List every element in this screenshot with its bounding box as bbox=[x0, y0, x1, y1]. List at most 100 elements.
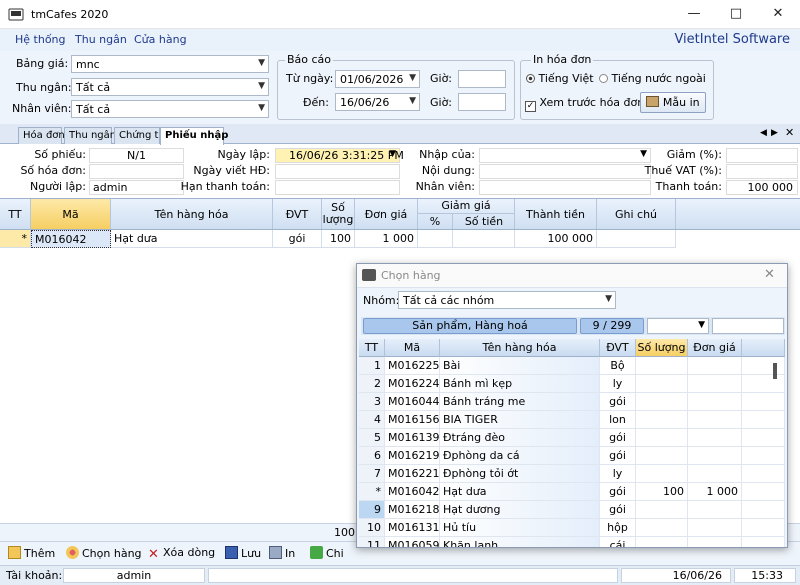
dcell-ma[interactable]: M016059 bbox=[385, 537, 440, 547]
dcell-so-luong[interactable] bbox=[636, 465, 688, 483]
dialog-table-row[interactable]: 4 M016156 BIA TIGER lon bbox=[359, 411, 785, 429]
dcell-extra[interactable] bbox=[742, 465, 785, 483]
col-pct[interactable]: % bbox=[418, 214, 453, 229]
dialog-table-row[interactable]: 5 M016139 Đtráng đèo gói bbox=[359, 429, 785, 447]
dcell-extra[interactable] bbox=[742, 411, 785, 429]
dcell-so-luong[interactable] bbox=[636, 375, 688, 393]
row-don-gia-cell[interactable]: 1 000 bbox=[355, 230, 418, 248]
dcell-ma[interactable]: M016225 bbox=[385, 357, 440, 375]
chi-button[interactable]: Chi bbox=[310, 546, 344, 560]
nguoi-lap-field[interactable]: admin bbox=[89, 180, 184, 195]
dcell-ten[interactable]: BIA TIGER bbox=[440, 411, 600, 429]
dcell-don-gia[interactable] bbox=[688, 501, 742, 519]
row-so-luong-cell[interactable]: 100 bbox=[322, 230, 355, 248]
dcell-ten[interactable]: Bài bbox=[440, 357, 600, 375]
bang-gia-select[interactable]: mnc ▼ bbox=[71, 55, 269, 73]
dcell-extra[interactable] bbox=[742, 537, 785, 547]
dcell-so-luong[interactable] bbox=[636, 501, 688, 519]
dcell-so-luong[interactable] bbox=[636, 447, 688, 465]
col-ma[interactable]: Mã bbox=[31, 199, 111, 229]
dcell-ma[interactable]: M016218 bbox=[385, 501, 440, 519]
tab-close-icon[interactable]: ✕ bbox=[785, 126, 794, 139]
tab-hoa-don[interactable]: Hóa đơn bbox=[18, 127, 65, 144]
dcell-dvt[interactable]: gói bbox=[600, 429, 636, 447]
dcell-dvt[interactable]: cái bbox=[600, 537, 636, 547]
luu-button[interactable]: Lưu bbox=[225, 546, 261, 560]
dcell-ma[interactable]: M016221 bbox=[385, 465, 440, 483]
dcol-so-luong[interactable]: Số lượng bbox=[636, 339, 688, 357]
dcell-ma[interactable]: M016044 bbox=[385, 393, 440, 411]
dcell-ten[interactable]: Đphòng da cá bbox=[440, 447, 600, 465]
dcell-ma[interactable]: M016131 bbox=[385, 519, 440, 537]
col-tt[interactable]: TT bbox=[0, 199, 31, 229]
dialog-table-row[interactable]: 11 M016059 Khăn lạnh cái bbox=[359, 537, 785, 547]
row-ma-cell[interactable]: M016042 bbox=[31, 230, 111, 248]
thue-vat-field[interactable] bbox=[726, 164, 798, 179]
dcell-ten[interactable]: Hạt dưa bbox=[440, 483, 600, 501]
dcell-dvt[interactable]: gói bbox=[600, 447, 636, 465]
chon-hang-button[interactable]: Chọn hàng bbox=[66, 546, 142, 560]
dcell-so-luong[interactable] bbox=[636, 519, 688, 537]
noi-dung-field[interactable] bbox=[479, 164, 651, 179]
dcell-ma[interactable]: M016156 bbox=[385, 411, 440, 429]
ngay-viet-hd-field[interactable] bbox=[275, 164, 400, 179]
tab-scroll-left-icon[interactable]: ◀ bbox=[760, 128, 767, 138]
den-ngay-picker[interactable]: 16/06/26 ▼ bbox=[335, 93, 420, 111]
dcol-don-gia[interactable]: Đơn giá bbox=[688, 339, 742, 357]
dcell-dvt[interactable]: Bộ bbox=[600, 357, 636, 375]
dialog-table-row[interactable]: 3 M016044 Bánh tráng me gói bbox=[359, 393, 785, 411]
giam-field[interactable] bbox=[726, 148, 798, 163]
dialog-table-row[interactable]: 1 M016225 Bài Bộ bbox=[359, 357, 785, 375]
dcell-ten[interactable]: Hạt dương bbox=[440, 501, 600, 519]
category-label[interactable]: Sản phẩm, Hàng hoá bbox=[363, 318, 577, 334]
xoa-dong-button[interactable]: ✕ Xóa dòng bbox=[147, 546, 215, 561]
dcell-dvt[interactable]: ly bbox=[600, 375, 636, 393]
tab-scroll-right-icon[interactable]: ▶ bbox=[771, 128, 778, 138]
so-phieu-field[interactable]: N/1 bbox=[89, 148, 184, 163]
table-row[interactable]: * M016042 Hạt dưa gói 100 1 000 100 000 bbox=[0, 230, 800, 248]
dcell-extra[interactable] bbox=[742, 357, 785, 375]
dialog-table-row[interactable]: 6 M016219 Đphòng da cá gói bbox=[359, 447, 785, 465]
dcell-ten[interactable]: Đphòng tỏi ớt bbox=[440, 465, 600, 483]
gio-tu-input[interactable] bbox=[458, 70, 506, 88]
dialog-table-row[interactable]: 2 M016224 Bánh mì kẹp ly bbox=[359, 375, 785, 393]
them-button[interactable]: Thêm bbox=[8, 546, 55, 560]
row-so-tien-cell[interactable] bbox=[453, 230, 515, 248]
dcell-ten[interactable]: Bánh mì kẹp bbox=[440, 375, 600, 393]
dcell-dvt[interactable]: gói bbox=[600, 483, 636, 501]
dcol-tt[interactable]: TT bbox=[359, 339, 385, 357]
in-button[interactable]: In bbox=[269, 546, 295, 560]
menu-he-thong[interactable]: Hệ thống bbox=[15, 33, 66, 46]
dcell-don-gia[interactable] bbox=[688, 519, 742, 537]
dcell-don-gia[interactable] bbox=[688, 393, 742, 411]
dcell-so-luong[interactable]: 100 bbox=[636, 483, 688, 501]
maximize-icon[interactable]: □ bbox=[722, 3, 750, 25]
col-giam-gia[interactable]: Giảm giá bbox=[418, 199, 514, 214]
nhap-cua-select[interactable]: ▼ bbox=[479, 148, 651, 163]
dialog-table-row[interactable]: * M016042 Hạt dưa gói 100 1 000 bbox=[359, 483, 785, 501]
minimize-icon[interactable]: — bbox=[680, 3, 708, 25]
nhom-select[interactable]: Tất cả các nhóm ▼ bbox=[398, 291, 616, 309]
dcell-extra[interactable] bbox=[742, 429, 785, 447]
dialog-table-row[interactable]: 7 M016221 Đphòng tỏi ớt ly bbox=[359, 465, 785, 483]
row-pct-cell[interactable] bbox=[418, 230, 453, 248]
tab-thu-ngan[interactable]: Thu ngân bbox=[64, 127, 116, 144]
col-dvt[interactable]: ĐVT bbox=[273, 199, 322, 229]
dialog-table-row[interactable]: 9 M016218 Hạt dương gói bbox=[359, 501, 785, 519]
tieng-nuoc-ngoai-radio[interactable]: Tiếng nước ngoài bbox=[599, 72, 706, 85]
dcell-extra[interactable] bbox=[742, 393, 785, 411]
dcell-so-luong[interactable] bbox=[636, 429, 688, 447]
han-thanh-toan-field[interactable] bbox=[275, 180, 400, 195]
dcell-so-luong[interactable] bbox=[636, 537, 688, 547]
dcell-ten[interactable]: Hủ tíu bbox=[440, 519, 600, 537]
menu-thu-ngan[interactable]: Thu ngân bbox=[75, 33, 127, 46]
col-so-luong[interactable]: Số lượng bbox=[322, 199, 355, 229]
dcell-dvt[interactable]: lon bbox=[600, 411, 636, 429]
thu-ngan-select[interactable]: Tất cả ▼ bbox=[71, 78, 269, 96]
so-hoa-don-field[interactable] bbox=[89, 164, 184, 179]
dcell-dvt[interactable]: gói bbox=[600, 501, 636, 519]
tieng-viet-radio[interactable]: Tiếng Việt bbox=[526, 72, 594, 85]
row-ten-cell[interactable]: Hạt dưa bbox=[111, 230, 273, 248]
nhan-vien-select[interactable]: Tất cả ▼ bbox=[71, 100, 269, 118]
col-so-tien[interactable]: Số tiền bbox=[453, 214, 515, 229]
